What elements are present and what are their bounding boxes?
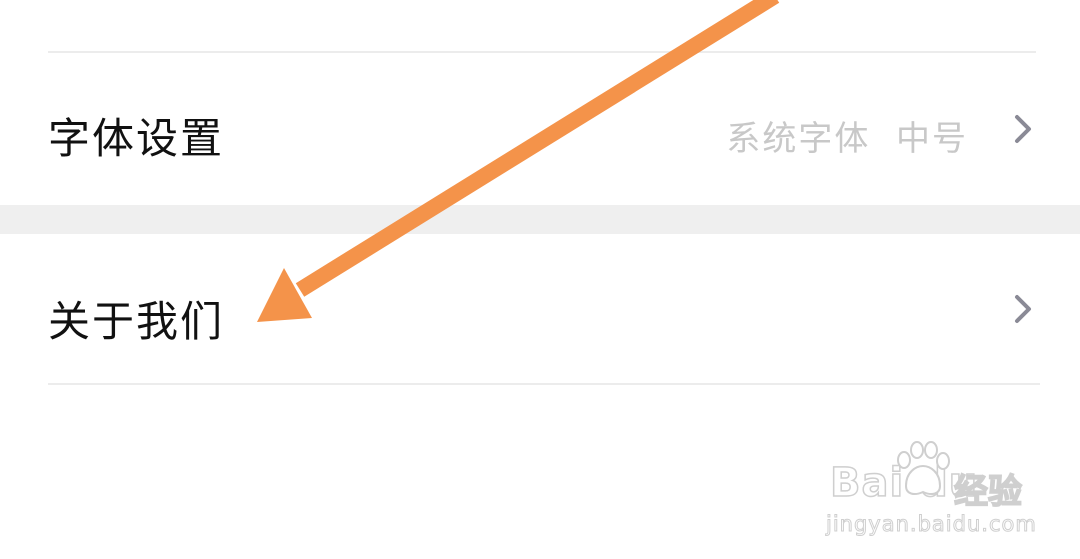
about-us-label: 关于我们 [48,297,225,346]
font-settings-label: 字体设置 [48,114,225,163]
watermark-brand-cn: 经验 [953,471,1023,513]
about-us-row[interactable]: 关于我们 [0,234,1080,384]
chevron-right-icon [1015,115,1031,143]
settings-screen: 字体设置 系统字体 中号 关于我们 Bai du 经验 jingyan.baid… [0,0,1080,559]
divider [48,383,1040,385]
chevron-right-icon [1015,295,1031,323]
paw-logo-icon [897,441,950,495]
baidu-jingyan-watermark: Bai du 经验 jingyan.baidu.com [826,440,1036,540]
font-settings-row[interactable]: 字体设置 系统字体 中号 [0,53,1080,205]
section-separator [0,205,1080,234]
watermark-url: jingyan.baidu.com [826,512,1037,537]
font-settings-value: 系统字体 中号 [726,119,968,159]
